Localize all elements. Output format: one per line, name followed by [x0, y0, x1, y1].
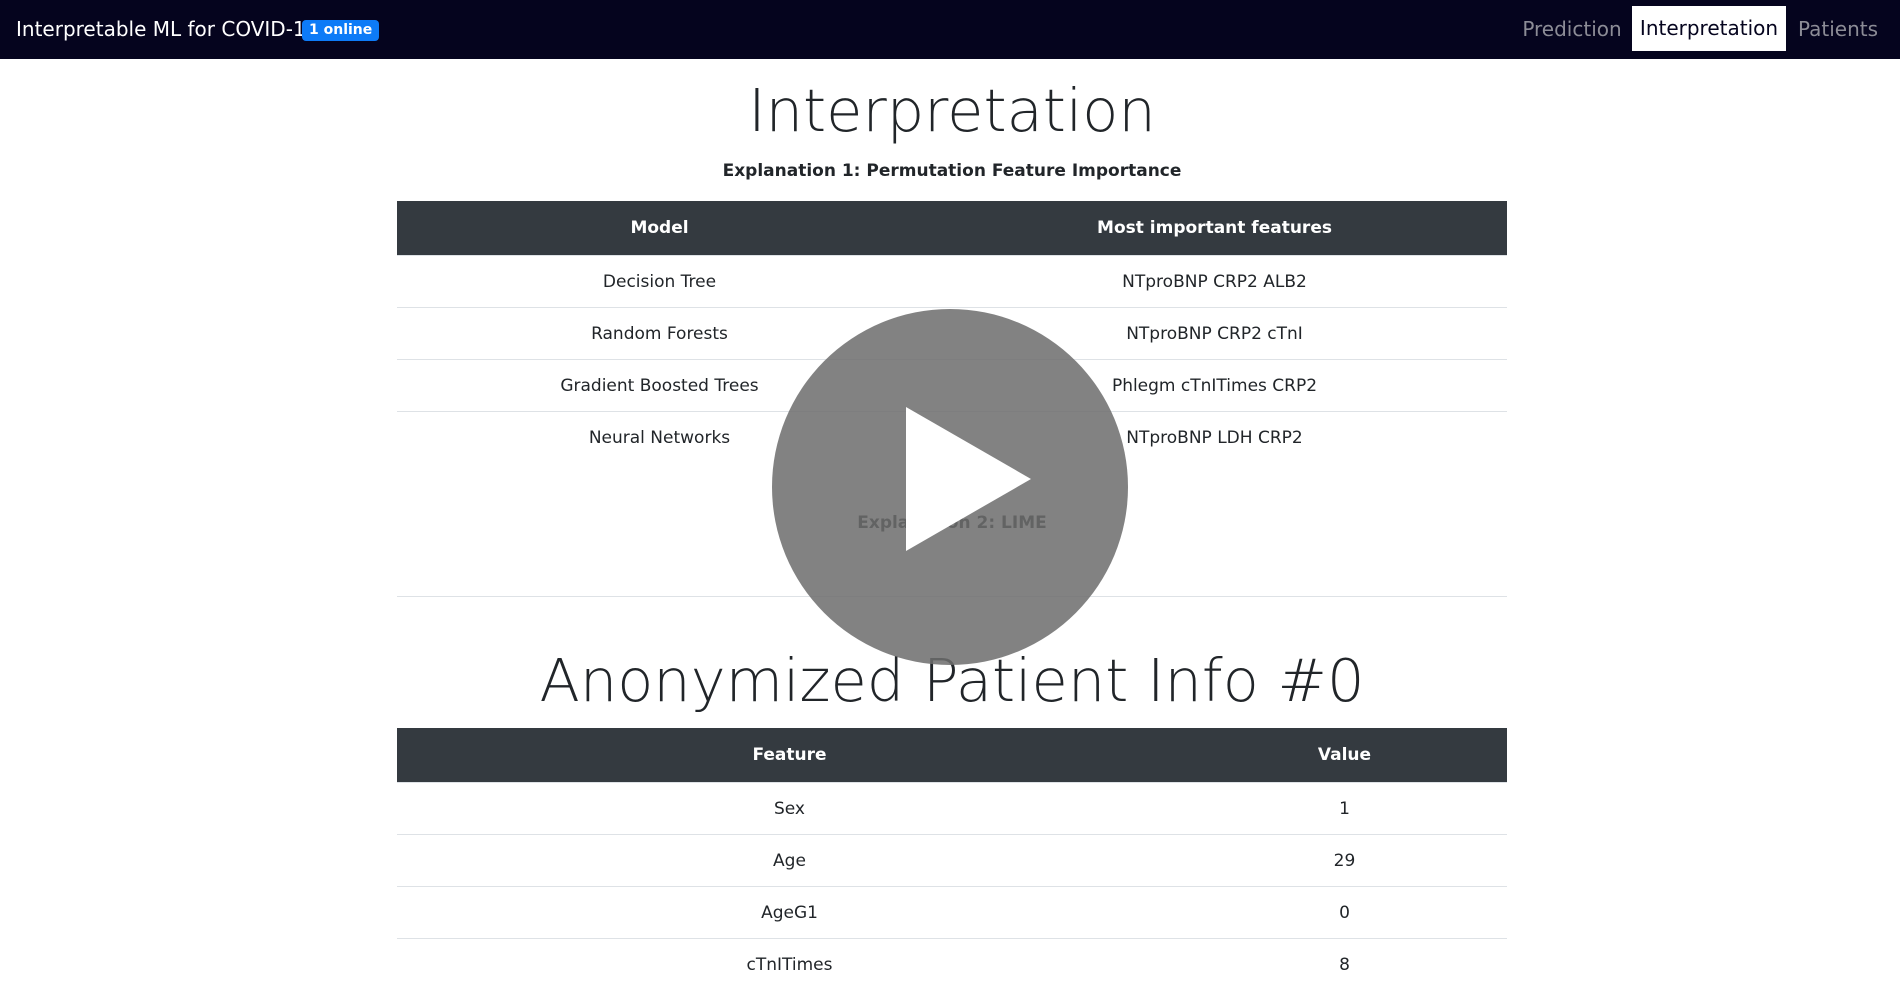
top-navbar: Interpretable ML for COVID-19 1 online P…	[0, 0, 1900, 59]
features-cell: NTproBNP CRP2 ALB2	[922, 256, 1507, 308]
value-cell: 29	[1182, 835, 1507, 887]
play-icon	[772, 309, 1128, 665]
explanation-1-heading: Explanation 1: Permutation Feature Impor…	[397, 160, 1507, 182]
table-row: Age 29	[397, 835, 1507, 887]
online-badge: 1 online	[302, 20, 379, 41]
table-row: Sex 1	[397, 783, 1507, 835]
table-header-row: Feature Value	[397, 728, 1507, 783]
model-cell: Decision Tree	[397, 256, 922, 308]
nav-patients[interactable]: Patients	[1793, 0, 1883, 59]
column-header-model: Model	[397, 201, 922, 256]
table-row: AgeG1 0	[397, 887, 1507, 939]
nav-prediction[interactable]: Prediction	[1520, 0, 1624, 59]
column-header-value: Value	[1182, 728, 1507, 783]
column-header-feature: Feature	[397, 728, 1182, 783]
value-cell: 0	[1182, 887, 1507, 939]
feature-cell: Sex	[397, 783, 1182, 835]
feature-cell: Age	[397, 835, 1182, 887]
column-header-features: Most important features	[922, 201, 1507, 256]
nav-interpretation[interactable]: Interpretation	[1632, 6, 1786, 51]
page-title: Interpretation	[397, 76, 1507, 146]
table-header-row: Model Most important features	[397, 201, 1507, 256]
feature-cell: cTnITimes	[397, 939, 1182, 990]
feature-cell: AgeG1	[397, 887, 1182, 939]
app-brand[interactable]: Interpretable ML for COVID-19	[16, 17, 318, 41]
value-cell: 8	[1182, 939, 1507, 990]
value-cell: 1	[1182, 783, 1507, 835]
table-row: cTnITimes 8	[397, 939, 1507, 990]
table-row: Decision Tree NTproBNP CRP2 ALB2	[397, 256, 1507, 308]
patient-info-table: Feature Value Sex 1 Age 29 AgeG1 0 cTnIT…	[397, 728, 1507, 990]
video-play-button[interactable]	[772, 309, 1128, 665]
